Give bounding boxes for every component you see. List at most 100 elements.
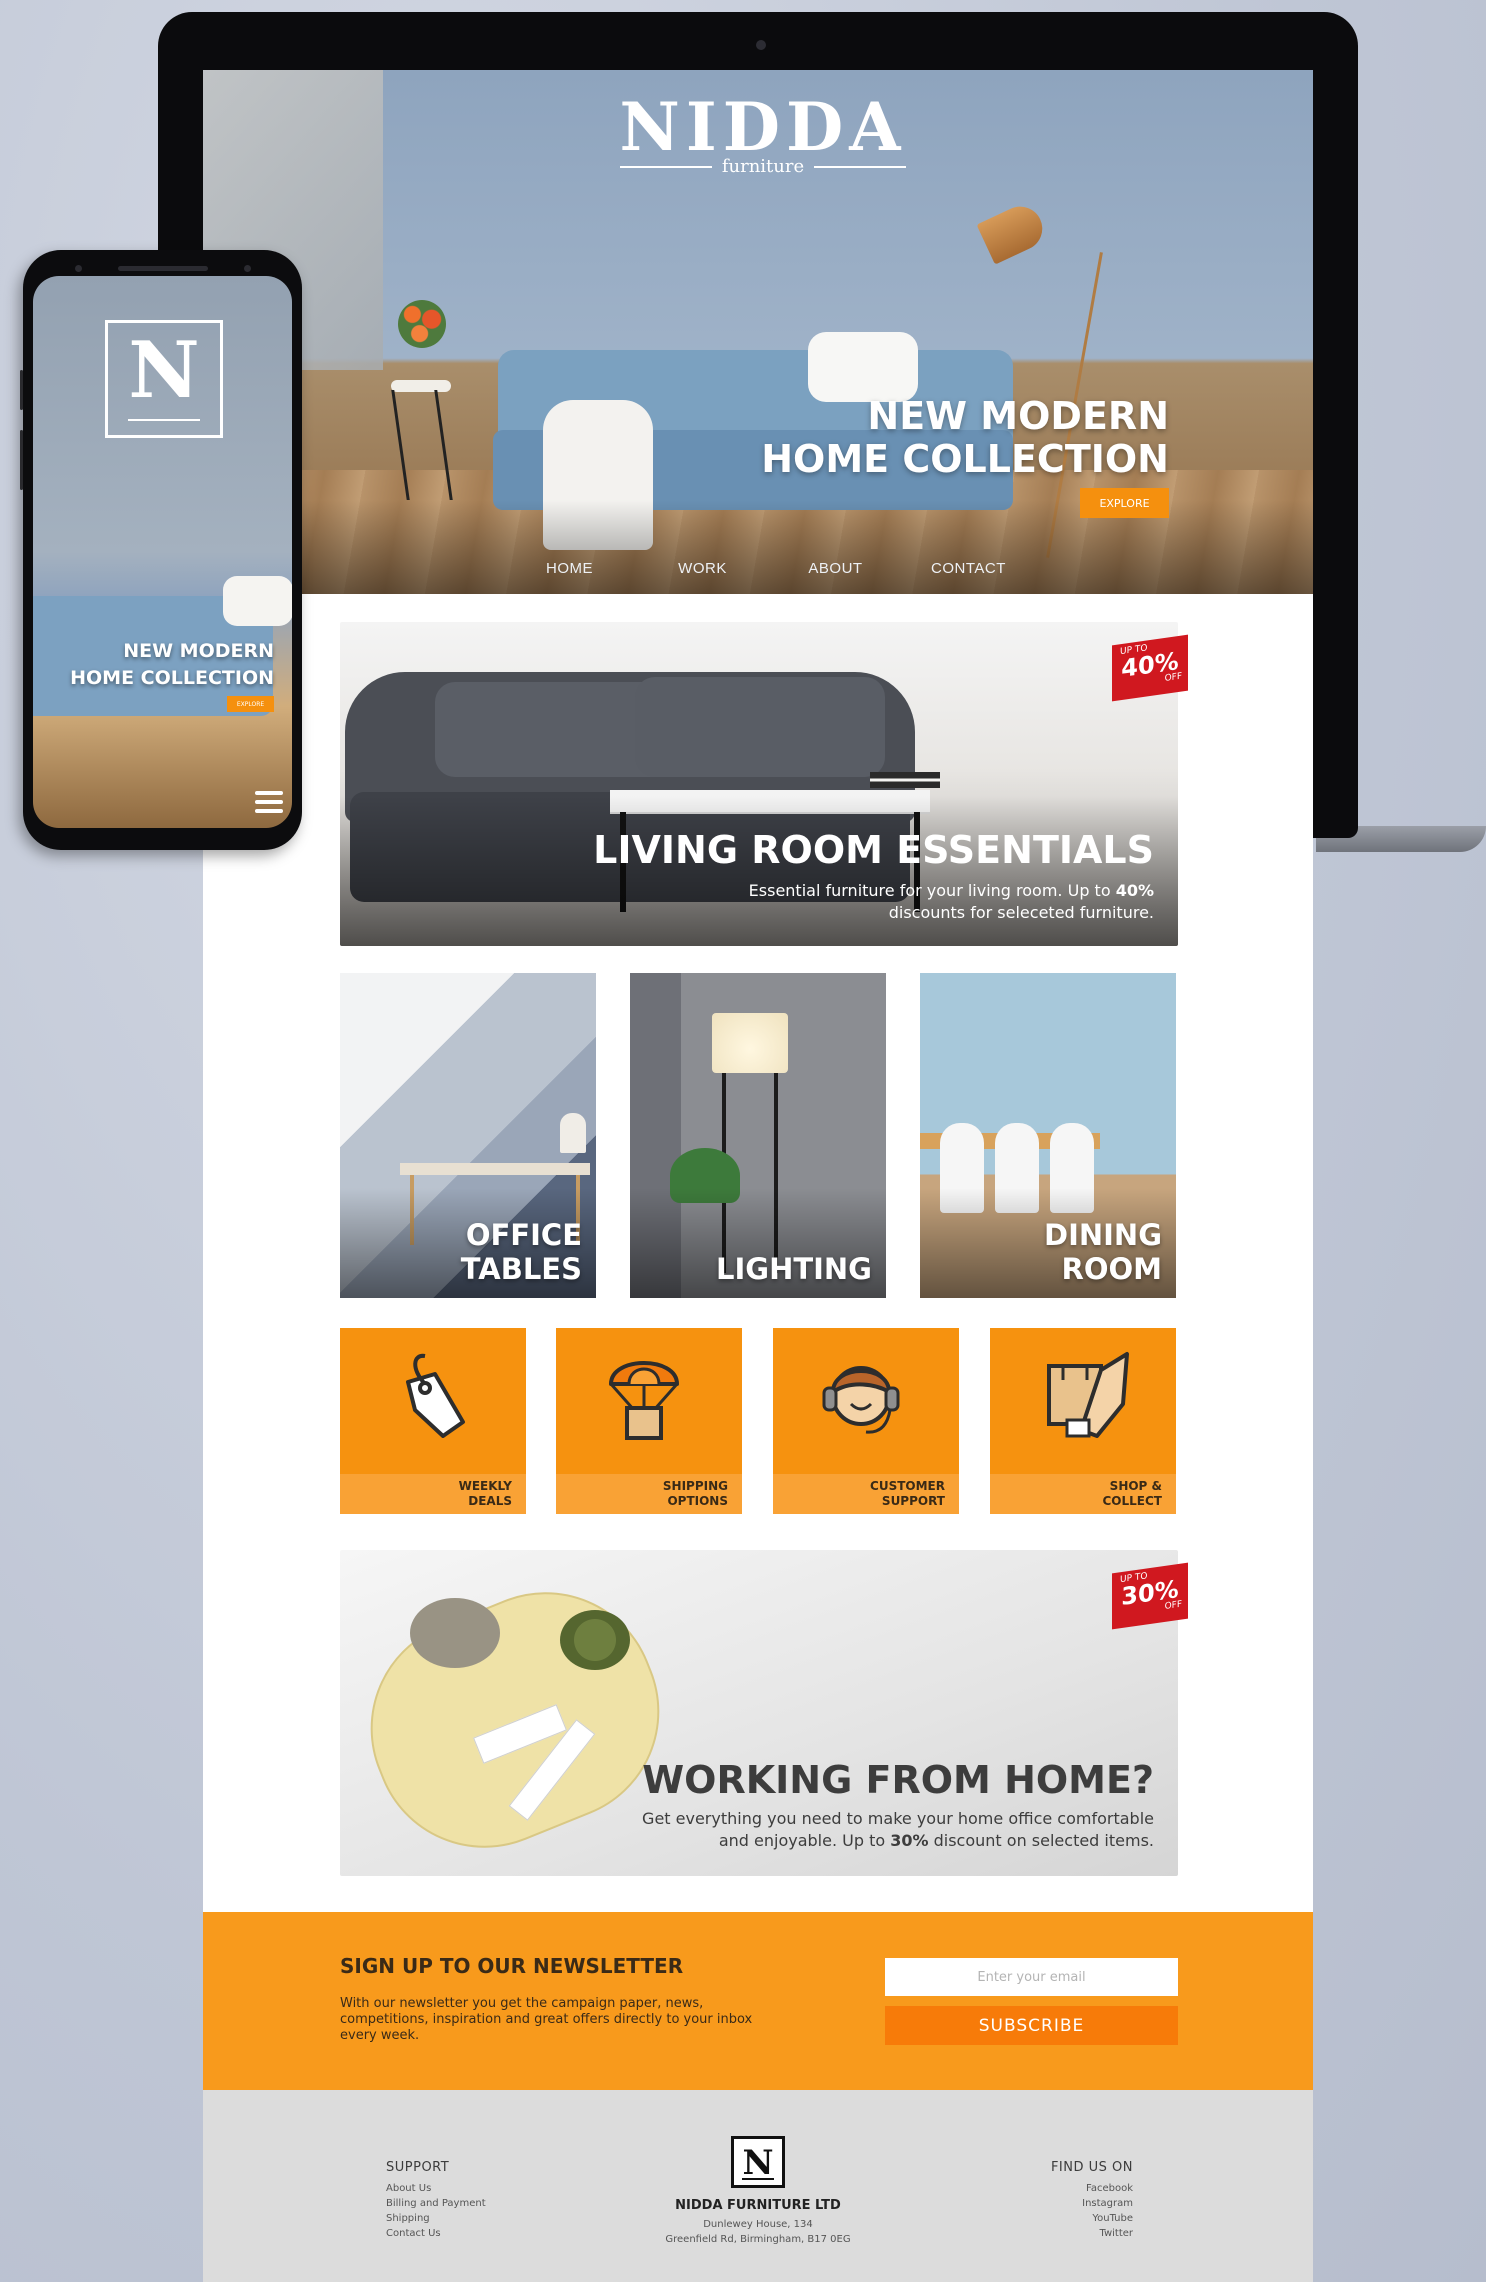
box-hand-icon [1047,1352,1129,1438]
living-banner-description: Essential furniture for your living room… [749,880,1154,924]
living-desc-line2: discounts for seleceted furniture. [888,903,1154,922]
footer-company-block: N NIDDA FURNITURE LTD Dunlewey House, 13… [608,2136,908,2247]
service-tile-shop-collect[interactable]: SHOP & COLLECT [990,1328,1176,1514]
category-title-line1: OFFICE [465,1218,582,1252]
main-nav: HOME WORK ABOUT CONTACT [503,560,1035,577]
footer-link-contact[interactable]: Contact Us [386,2226,486,2241]
discount-badge-30: UP TO 30% OFF [1112,1562,1188,1630]
living-desc-percent: 40% [1115,881,1154,900]
lamp-shade-image [712,1013,788,1073]
nav-item-home[interactable]: HOME [503,560,636,577]
service-tile-weekly-deals[interactable]: WEEKLY DEALS [340,1328,526,1514]
footer-company-name: NIDDA FURNITURE LTD [675,2198,841,2213]
desk-image [400,1163,590,1175]
wfh-banner-description: Get everything you need to make your hom… [642,1808,1154,1852]
floor-lamp-image [976,199,1050,265]
hero-title-line1: NEW MODERN [867,394,1169,438]
mobile-screen: N NEW MODERN HOME COLLECTION EXPLORE [33,276,292,828]
service-label-line2: OPTIONS [667,1494,728,1508]
books-image [870,772,940,788]
hero-title-line2: HOME COLLECTION [761,437,1169,481]
footer-link-youtube[interactable]: YouTube [1051,2211,1133,2226]
nav-item-work[interactable]: WORK [636,560,769,577]
service-label-line1: SHOP & [1109,1479,1162,1493]
category-title-line2: ROOM [1061,1252,1163,1286]
sofa-pillow [808,332,918,402]
living-desc-text: Essential furniture for your living room… [748,881,1116,900]
webcam-icon [756,40,766,50]
phone-volume-button [20,370,23,410]
wfh-desc-percent: 30% [890,1831,929,1850]
mobile-explore-button[interactable]: EXPLORE [227,696,274,712]
category-title-line2: TABLES [460,1252,582,1286]
footer-support-column: SUPPORT About Us Billing and Payment Shi… [386,2160,486,2241]
plant-image [560,1610,630,1670]
phone-camera-icon [244,264,251,272]
mobile-phone-frame: N NEW MODERN HOME COLLECTION EXPLORE [20,250,302,850]
mobile-logo[interactable]: N [105,320,223,438]
wfh-desc-suffix: discount on selected items. [928,1831,1154,1850]
nav-item-about[interactable]: ABOUT [769,560,902,577]
service-label-line2: COLLECT [1102,1494,1163,1508]
category-card-lighting[interactable]: LIGHTING [630,973,886,1298]
footer-address: Dunlewey House, 134 Greenfield Rd, Birmi… [608,2217,908,2247]
explore-button[interactable]: EXPLORE [1080,488,1169,518]
service-tile-customer-support[interactable]: CUSTOMER SUPPORT [773,1328,959,1514]
hero-section: NIDDA furniture NEW MODERN HOME COLLECTI… [203,70,1313,594]
chair-image [410,1598,500,1668]
phone-sensor-icon [75,264,82,272]
category-title: OFFICE TABLES [461,1218,582,1286]
service-label: SHIPPING OPTIONS [663,1479,728,1509]
newsletter-text: With our newsletter you get the campaign… [340,1996,753,2043]
brand-logo[interactable]: NIDDA furniture [603,92,923,177]
footer: SUPPORT About Us Billing and Payment Shi… [203,2090,1313,2282]
parachute-box-icon [609,1361,679,1440]
living-room-banner[interactable]: LIVING ROOM ESSENTIALS Essential furnitu… [340,622,1178,946]
footer-link-shipping[interactable]: Shipping [386,2211,486,2226]
email-input[interactable] [885,1958,1178,1996]
wfh-banner-title: WORKING FROM HOME? [642,1758,1154,1802]
service-label: CUSTOMER SUPPORT [870,1479,945,1509]
phone-speaker [118,265,208,271]
footer-link-instagram[interactable]: Instagram [1051,2196,1133,2211]
headset-agent-icon [822,1366,900,1434]
sofa-cushion [635,677,885,777]
footer-address-line2: Greenfield Rd, Birmingham, B17 0EG [665,2234,851,2245]
service-label-line2: SUPPORT [881,1494,945,1508]
newsletter-section: SIGN UP TO OUR NEWSLETTER With our newsl… [203,1912,1313,2090]
desk-image [340,1559,693,1876]
newsletter-title: SIGN UP TO OUR NEWSLETTER [340,1954,684,1978]
footer-support-title: SUPPORT [386,2160,450,2175]
hamburger-menu-icon[interactable] [255,791,283,813]
footer-link-facebook[interactable]: Facebook [1051,2181,1133,2196]
nav-item-contact[interactable]: CONTACT [902,560,1035,577]
wfh-desc-text: and enjoyable. Up to [718,1831,891,1850]
sofa-pillow [223,576,292,626]
category-card-office-tables[interactable]: OFFICE TABLES [340,973,596,1298]
category-card-dining-room[interactable]: DINING ROOM [920,973,1176,1298]
work-from-home-banner[interactable]: WORKING FROM HOME? Get everything you ne… [340,1550,1178,1876]
category-title-line2: LIGHTING [716,1252,872,1286]
footer-find-title: FIND US ON [1050,2160,1133,2175]
category-title-line1: DINING [1044,1218,1162,1252]
footer-link-billing[interactable]: Billing and Payment [386,2196,486,2211]
service-label: WEEKLY DEALS [459,1479,512,1509]
mobile-hero-title-line1: NEW MODERN [123,640,274,662]
flower-vase-image [398,300,446,348]
service-label-line1: WEEKLY [458,1479,512,1493]
footer-social-column: FIND US ON Facebook Instagram YouTube Tw… [1051,2160,1133,2241]
service-label-line2: DEALS [468,1494,512,1508]
mobile-hero-title: NEW MODERN HOME COLLECTION [70,638,274,692]
service-label-line1: CUSTOMER [870,1479,945,1493]
footer-logo[interactable]: N [731,2136,785,2188]
service-tile-shipping-options[interactable]: SHIPPING OPTIONS [556,1328,742,1514]
category-title: DINING ROOM [1044,1218,1162,1286]
footer-address-line1: Dunlewey House, 134 [703,2219,813,2230]
discount-badge-40: UP TO 40% OFF [1112,634,1188,702]
living-banner-title: LIVING ROOM ESSENTIALS [593,828,1154,872]
subscribe-button[interactable]: SUBSCRIBE [885,2006,1178,2045]
footer-link-about-us[interactable]: About Us [386,2181,486,2196]
brand-name: NIDDA [619,88,907,166]
footer-link-twitter[interactable]: Twitter [1051,2226,1133,2241]
phone-volume-button [20,430,23,490]
